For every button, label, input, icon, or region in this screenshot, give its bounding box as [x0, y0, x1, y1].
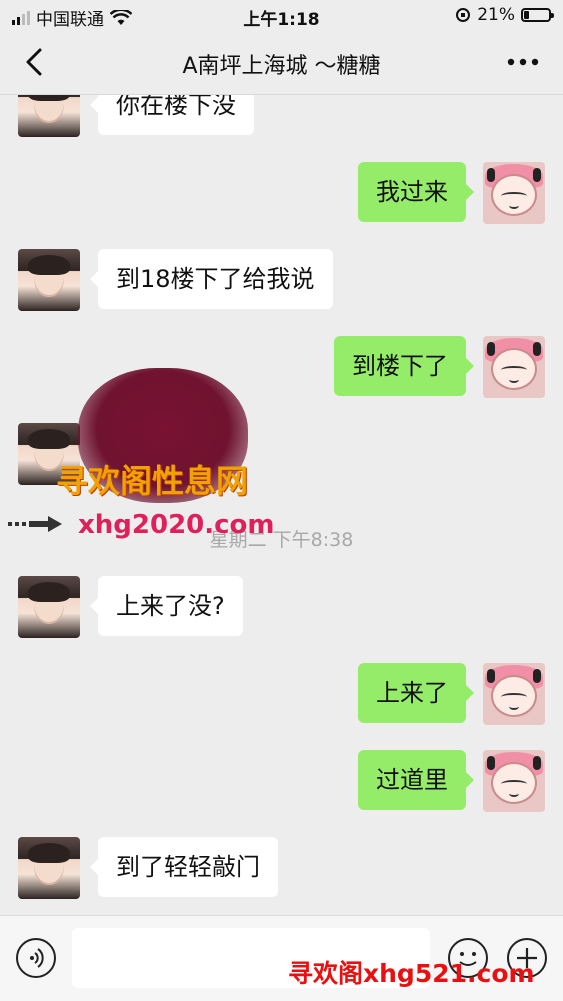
status-right: 21%	[455, 5, 554, 25]
message-row	[483, 750, 545, 812]
battery-percent: 21%	[477, 5, 515, 25]
battery-fill	[524, 11, 529, 19]
contact-avatar[interactable]	[18, 837, 80, 899]
my-avatar[interactable]	[483, 663, 545, 725]
chat-title: A南坪上海城 ～糖糖	[182, 54, 381, 79]
battery-icon	[521, 8, 554, 22]
chat-header: A南坪上海城 ～糖糖	[0, 32, 563, 95]
message-bubble-incoming[interactable]: 上来了没?	[90, 576, 243, 636]
my-avatar[interactable]	[483, 336, 545, 398]
watermark-text: 寻欢阁性息网	[56, 462, 249, 500]
contact-avatar[interactable]	[18, 95, 80, 137]
watermark-text: 寻欢阁xhg521.com	[288, 959, 535, 988]
watermark-text: xhg2020.com	[78, 510, 275, 540]
orientation-lock-icon	[456, 8, 471, 22]
contact-avatar[interactable]	[18, 249, 80, 311]
message-bubble-outgoing[interactable]: 过道里	[358, 750, 474, 810]
message-row	[483, 162, 545, 224]
message-row	[18, 837, 80, 899]
message-row	[18, 95, 80, 137]
message-bubble-outgoing[interactable]: 上来了	[358, 663, 474, 723]
contact-avatar[interactable]	[18, 576, 80, 638]
message-row	[483, 663, 545, 725]
message-row	[18, 576, 80, 638]
my-avatar[interactable]	[483, 162, 545, 224]
message-row	[18, 249, 80, 311]
message-bubble-incoming[interactable]: 你在楼下没	[90, 95, 254, 135]
message-bubble-incoming[interactable]: 到18楼下了给我说	[90, 249, 333, 309]
more-dots-icon[interactable]	[501, 44, 545, 80]
status-bar: 中国联通 上午1:18 21%	[0, 0, 563, 32]
my-avatar[interactable]	[483, 750, 545, 812]
voice-icon[interactable]	[16, 938, 56, 978]
message-bubble-outgoing[interactable]: 到楼下了	[334, 336, 474, 396]
message-bubble-incoming[interactable]: 到了轻轻敲门	[90, 837, 278, 897]
message-list[interactable]: 你在楼下没 我过来 到18楼下了给我说 到楼下了 寻欢阁性息网 星期二 下午8:…	[0, 95, 563, 915]
message-bubble-outgoing[interactable]: 我过来	[358, 162, 474, 222]
message-row	[483, 336, 545, 398]
input-bar: 寻欢阁xhg521.com	[0, 915, 563, 1001]
arrow-icon	[8, 516, 62, 532]
